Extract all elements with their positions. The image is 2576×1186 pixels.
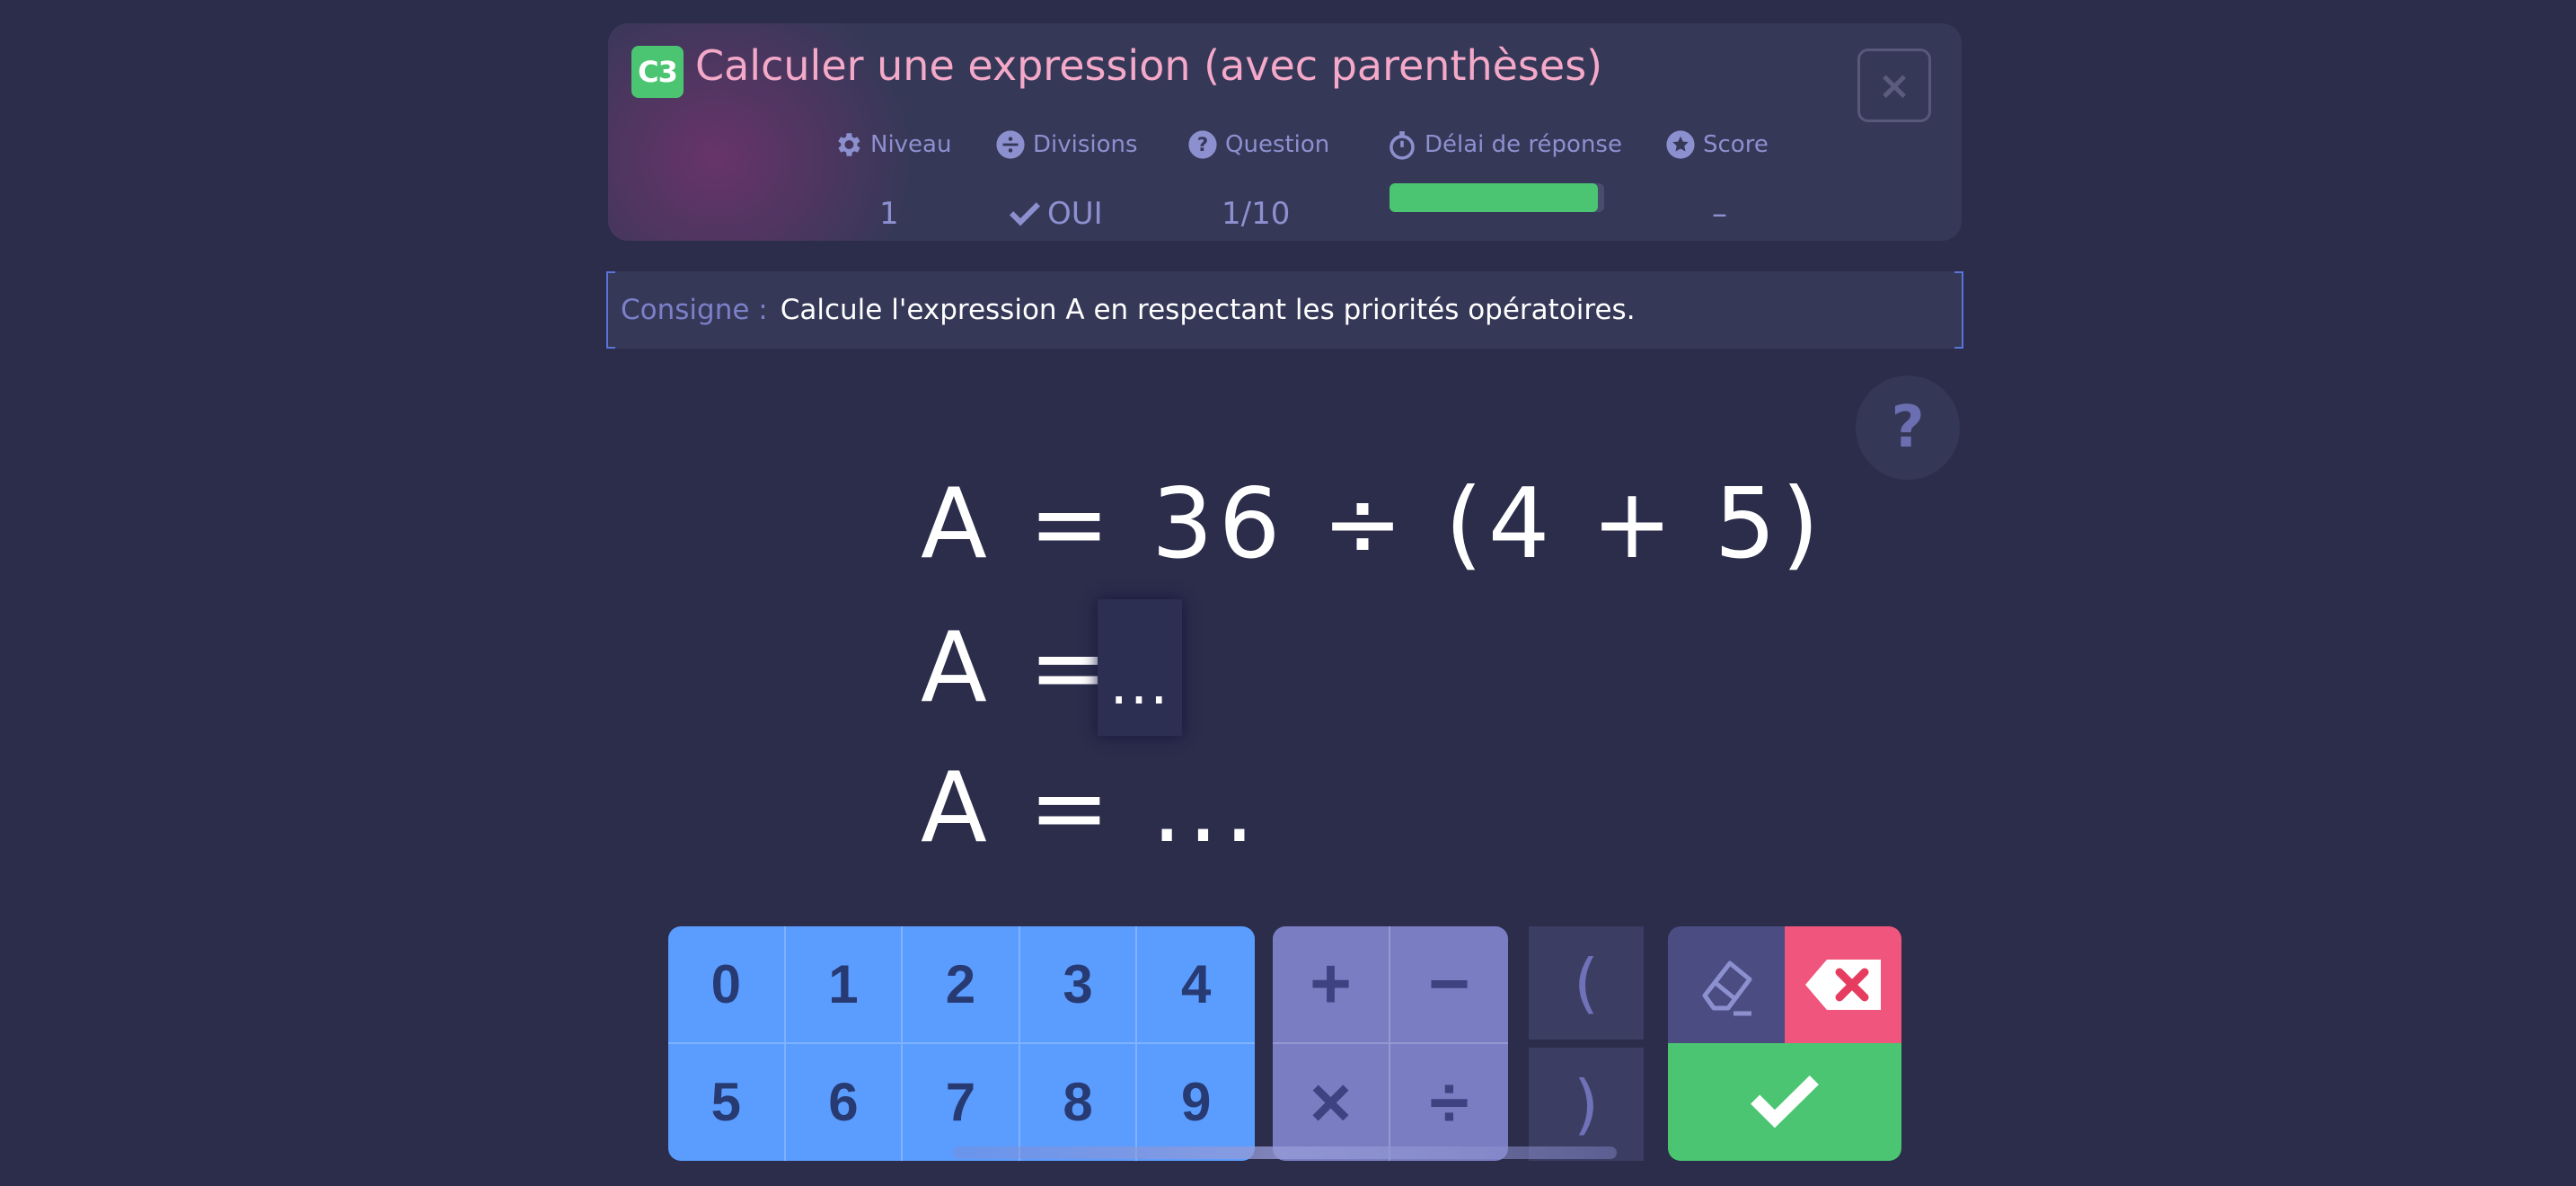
key-2[interactable]: 2 xyxy=(903,926,1020,1044)
expression-line-1: A = 36 ÷ (4 + 5) xyxy=(921,468,1825,580)
stat-question-label: Question xyxy=(1225,131,1330,158)
key-1[interactable]: 1 xyxy=(785,926,904,1044)
stat-divisions-label: Divisions xyxy=(1033,131,1138,158)
close-button[interactable]: × xyxy=(1857,49,1931,122)
expression-line-3: A = ... xyxy=(921,752,1261,864)
svg-text:?: ? xyxy=(1197,134,1208,156)
key-7[interactable]: 7 xyxy=(903,1043,1020,1161)
check-icon xyxy=(1010,202,1040,226)
divide-circle-icon xyxy=(996,130,1025,159)
bracket-right xyxy=(1954,271,1963,349)
answer-input-placeholder: ... xyxy=(1109,651,1170,718)
stat-delai-label: Délai de réponse xyxy=(1425,131,1622,158)
backspace-button[interactable] xyxy=(1785,926,1901,1043)
question-circle-icon: ? xyxy=(1188,130,1217,159)
star-circle-icon xyxy=(1666,130,1695,159)
key-close-paren[interactable]: ) xyxy=(1529,1048,1644,1161)
stat-question-value: 1/10 xyxy=(1222,196,1291,232)
bracket-left xyxy=(606,271,615,349)
validate-button[interactable] xyxy=(1668,1043,1901,1161)
stat-delai: Délai de réponse xyxy=(1387,129,1622,160)
stat-divisions: Divisions OUI xyxy=(995,129,1138,232)
stat-score-value: – xyxy=(1712,196,1727,232)
check-icon xyxy=(1751,1075,1819,1128)
operator-keypad: + − × ÷ xyxy=(1273,926,1508,1161)
backspace-icon xyxy=(1805,960,1881,1010)
stat-niveau-label: Niveau xyxy=(870,131,952,158)
expression-line-2-prefix: A = xyxy=(921,612,1116,724)
eraser-icon xyxy=(1702,960,1752,1016)
key-5[interactable]: 5 xyxy=(668,1043,786,1161)
key-9[interactable]: 9 xyxy=(1137,1044,1255,1162)
response-timer-fill xyxy=(1389,183,1598,212)
exercise-header: C3 Calculer une expression (avec parenth… xyxy=(608,23,1962,241)
scroll-indicator[interactable] xyxy=(952,1146,1617,1159)
stat-divisions-value-wrap: OUI xyxy=(1010,196,1103,232)
gear-icon xyxy=(838,133,860,156)
key-0[interactable]: 0 xyxy=(668,926,786,1044)
erase-button[interactable] xyxy=(1668,926,1785,1043)
digit-keypad: 0 1 2 3 4 5 6 7 8 9 xyxy=(668,926,1255,1161)
answer-input[interactable]: ... xyxy=(1098,599,1182,736)
help-button[interactable]: ? xyxy=(1856,376,1960,480)
response-timer-bar xyxy=(1389,183,1604,212)
key-plus[interactable]: + xyxy=(1273,926,1390,1044)
key-6[interactable]: 6 xyxy=(786,1043,904,1161)
key-8[interactable]: 8 xyxy=(1020,1043,1138,1161)
stat-score-label: Score xyxy=(1703,131,1769,158)
key-open-paren[interactable]: ( xyxy=(1529,926,1644,1040)
key-multiply[interactable]: × xyxy=(1273,1043,1390,1161)
key-divide[interactable]: ÷ xyxy=(1390,1044,1508,1162)
stat-niveau: Niveau 1 xyxy=(833,129,952,232)
key-3[interactable]: 3 xyxy=(1019,926,1138,1044)
instruction-bar: Consigne : Calcule l'expression A en res… xyxy=(606,271,1963,349)
stat-niveau-value: 1 xyxy=(879,196,899,232)
instruction-label: Consigne : xyxy=(621,294,768,326)
level-badge: C3 xyxy=(631,46,684,98)
stat-divisions-value: OUI xyxy=(1047,196,1103,232)
stat-question: ? Question 1/10 xyxy=(1187,129,1330,232)
key-minus[interactable]: − xyxy=(1390,926,1508,1044)
instruction-text: Calcule l'expression A en respectant les… xyxy=(780,294,1636,326)
exercise-title: Calculer une expression (avec parenthèse… xyxy=(695,41,1603,90)
paren-keypad: ( ) xyxy=(1529,926,1644,1161)
key-4[interactable]: 4 xyxy=(1137,926,1255,1044)
stat-score: Score – xyxy=(1665,129,1769,232)
stopwatch-icon xyxy=(1389,131,1415,160)
